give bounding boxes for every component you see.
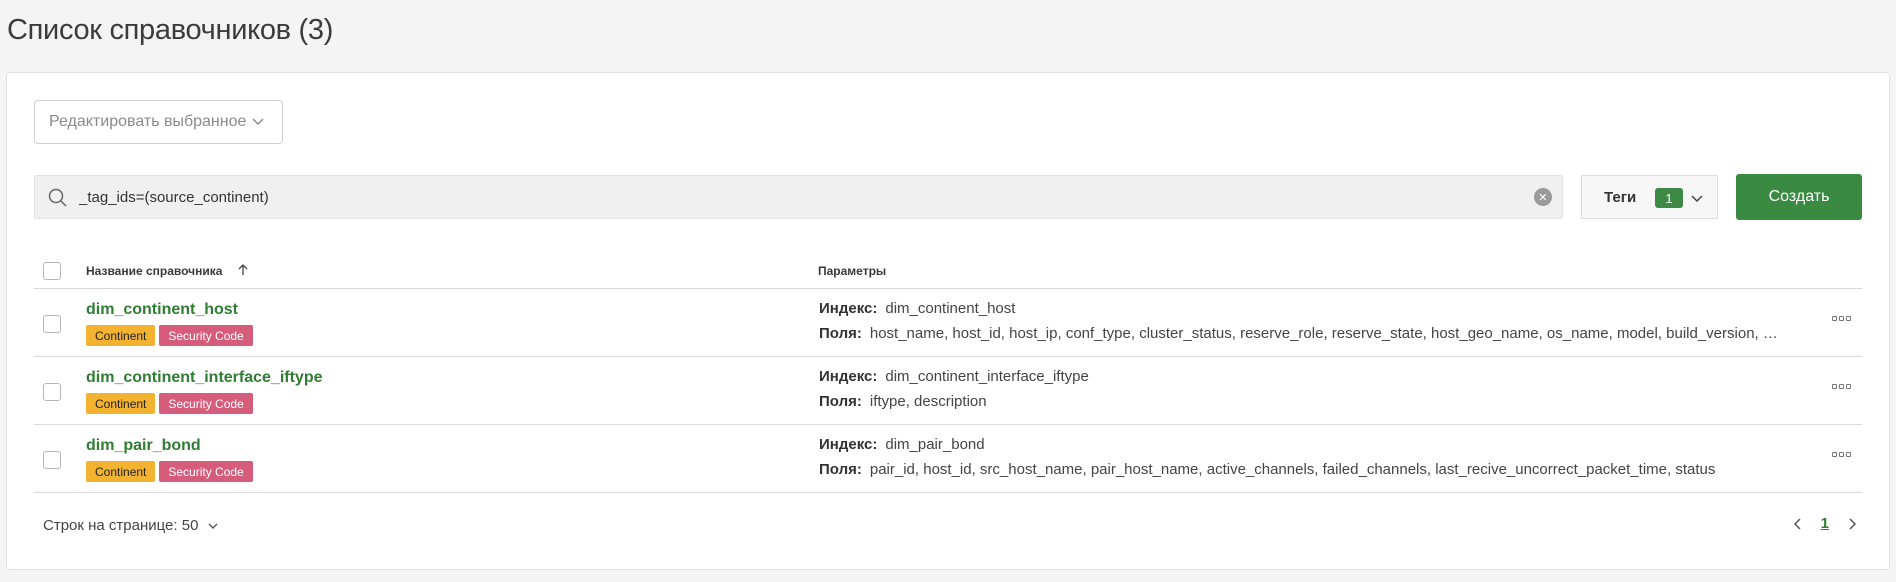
dictionary-name-link[interactable]: dim_continent_host: [86, 301, 238, 319]
index-label: Индекс:: [819, 368, 878, 385]
bulk-edit-label: Редактировать выбранное: [49, 113, 247, 130]
bulk-edit-dropdown[interactable]: Редактировать выбранное: [34, 100, 283, 144]
fields-param: Поля: iftype, description: [819, 393, 1779, 410]
row-actions-menu-icon[interactable]: [1832, 384, 1852, 394]
tag-badge-continent: Continent: [86, 393, 156, 414]
column-header-name[interactable]: Название справочника: [86, 264, 222, 278]
fields-param: Поля: host_name, host_id, host_ip, conf_t…: [819, 325, 1779, 342]
tag-list: Continent Security Code: [86, 325, 253, 346]
index-param: Индекс: dim_continent_interface_iftype: [819, 368, 1779, 385]
index-value: dim_pair_bond: [885, 436, 985, 453]
table-header: Название справочника Параметры: [34, 255, 1862, 289]
fields-label: Поля:: [819, 325, 862, 342]
tags-label: Теги: [1604, 188, 1637, 206]
table-row: dim_pair_bond Continent Security Code Ин…: [34, 426, 1862, 493]
rows-per-page-label: Строк на странице: 50: [43, 517, 199, 534]
create-button[interactable]: Создать: [1736, 174, 1862, 220]
tag-badge-continent: Continent: [86, 461, 156, 482]
index-value: dim_continent_host: [885, 300, 1016, 317]
row-checkbox[interactable]: [43, 383, 61, 401]
dictionaries-panel: Редактировать выбранное ✕ Теги 1 Создать…: [6, 72, 1890, 570]
sort-arrow-up-icon[interactable]: [236, 263, 250, 277]
index-param: Индекс: dim_pair_bond: [819, 436, 1779, 453]
clear-search-icon[interactable]: ✕: [1534, 188, 1552, 206]
tags-count-badge: 1: [1655, 188, 1683, 208]
tag-list: Continent Security Code: [86, 461, 253, 482]
search-input[interactable]: [79, 176, 1519, 218]
index-label: Индекс:: [819, 436, 878, 453]
dictionary-name-link[interactable]: dim_pair_bond: [86, 437, 201, 455]
page-title: Список справочников (3): [7, 14, 334, 46]
row-actions-menu-icon[interactable]: [1832, 452, 1852, 462]
index-param: Индекс: dim_continent_host: [819, 300, 1779, 317]
fields-value: pair_id, host_id, src_host_name, pair_ho…: [869, 461, 1716, 478]
chevron-left-icon[interactable]: [1791, 516, 1805, 532]
chevron-down-icon: [252, 118, 264, 126]
search-icon: [48, 188, 67, 207]
chevron-down-icon: [1691, 195, 1703, 203]
row-checkbox[interactable]: [43, 315, 61, 333]
column-header-params: Параметры: [818, 264, 887, 278]
fields-label: Поля:: [819, 461, 862, 478]
fields-value: iftype, description: [869, 393, 987, 410]
index-label: Индекс:: [819, 300, 878, 317]
tag-badge-continent: Continent: [86, 325, 156, 346]
dictionary-name-link[interactable]: dim_continent_interface_iftype: [86, 369, 323, 387]
fields-label: Поля:: [819, 393, 862, 410]
chevron-right-icon[interactable]: [1845, 516, 1859, 532]
row-checkbox[interactable]: [43, 451, 61, 469]
table-row: dim_continent_host Continent Security Co…: [34, 290, 1862, 357]
pagination: 1: [1791, 515, 1859, 532]
fields-value: host_name, host_id, host_ip, conf_type, …: [869, 325, 1779, 342]
row-actions-menu-icon[interactable]: [1832, 316, 1852, 326]
table-row: dim_continent_interface_iftype Continent…: [34, 358, 1862, 425]
tag-badge-security-code: Security Code: [159, 393, 253, 414]
fields-param: Поля: pair_id, host_id, src_host_name, pa…: [819, 461, 1779, 478]
page-number-current[interactable]: 1: [1821, 515, 1829, 532]
tag-badge-security-code: Security Code: [159, 325, 253, 346]
search-bar: ✕: [34, 175, 1563, 219]
tag-badge-security-code: Security Code: [159, 461, 253, 482]
select-all-checkbox[interactable]: [43, 262, 61, 280]
tag-list: Continent Security Code: [86, 393, 253, 414]
chevron-down-icon: [208, 523, 218, 529]
index-value: dim_continent_interface_iftype: [885, 368, 1089, 385]
tags-filter-dropdown[interactable]: Теги 1: [1581, 175, 1718, 219]
rows-per-page-dropdown[interactable]: Строк на странице: 50: [43, 517, 220, 534]
